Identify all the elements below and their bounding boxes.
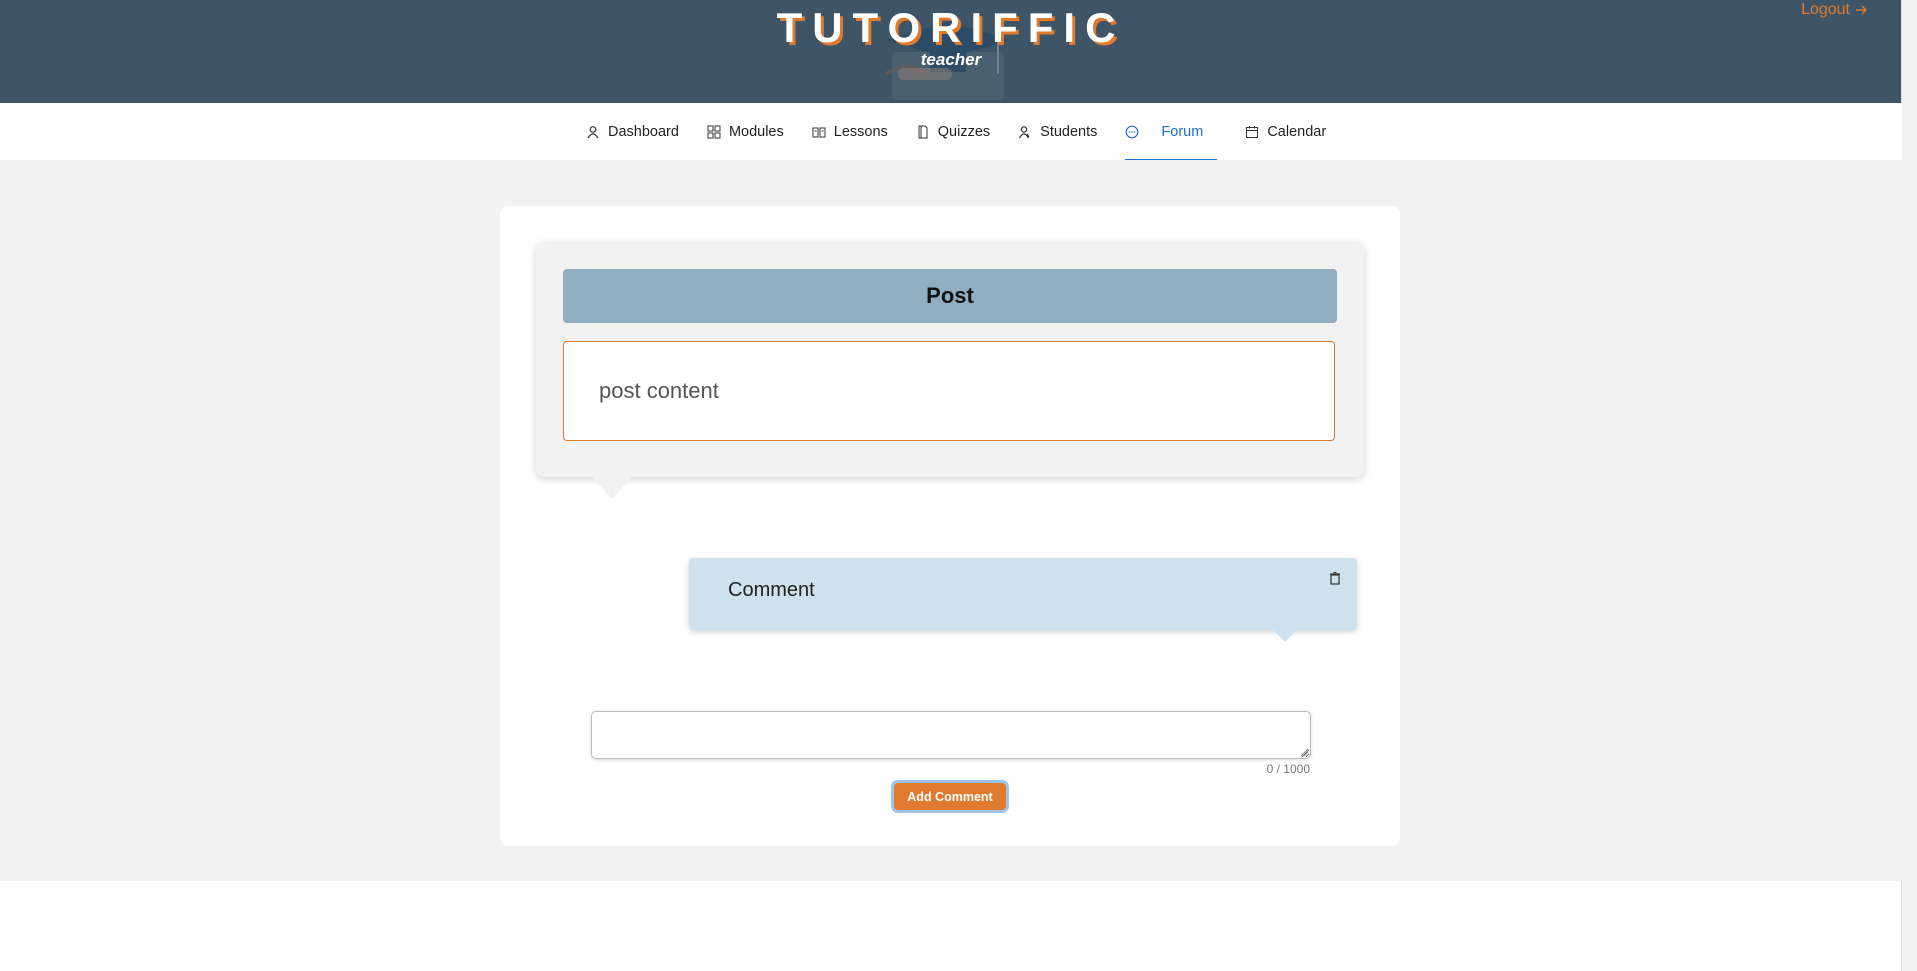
nav-item-students[interactable]: Students [1018, 103, 1097, 160]
nav-item-modules[interactable]: Modules [707, 103, 784, 160]
calendar-icon [1246, 125, 1259, 138]
trash-icon [1330, 571, 1340, 585]
post-content: post content [563, 341, 1335, 441]
comment-text: Comment [728, 578, 815, 601]
post-title: Post [563, 269, 1337, 323]
resize-handle-icon[interactable] [1299, 747, 1309, 757]
logout-link[interactable]: Logout [1801, 1, 1868, 19]
document-icon [918, 125, 928, 138]
role-subtitle: teacher [920, 50, 982, 69]
arrow-right-icon [1856, 5, 1867, 15]
logout-label: Logout [1801, 1, 1850, 18]
comment-bubble-tail [1273, 630, 1297, 642]
nav-item-quizzes[interactable]: Quizzes [916, 103, 990, 160]
nav-label: Lessons [833, 123, 888, 140]
nav-item-lessons[interactable]: Lessons [812, 103, 888, 160]
nav-label: Students [1040, 123, 1098, 140]
brand-title: TUTORIFFIC [776, 4, 1126, 51]
character-counter: 0 / 1000 [1266, 762, 1310, 776]
chat-bubble-icon [1126, 125, 1139, 138]
nav-label: Quizzes [937, 123, 991, 140]
nav-label: Dashboard [608, 123, 679, 140]
vertical-scrollbar[interactable] [1901, 0, 1917, 971]
add-comment-button[interactable]: Add Comment [894, 783, 1006, 810]
nav-label: Calendar [1267, 123, 1327, 140]
grid-icon [707, 125, 721, 138]
nav-item-calendar[interactable]: Calendar [1245, 103, 1326, 160]
comment-item: Comment [689, 558, 1357, 630]
main-nav: Dashboard Modules Lessons Quizzes Studen… [0, 103, 1902, 161]
delete-comment-button[interactable] [1323, 566, 1347, 590]
nav-item-forum[interactable]: Forum [1125, 103, 1218, 161]
book-open-icon [812, 127, 826, 137]
comment-textarea[interactable] [591, 711, 1311, 759]
post-bubble-tail [592, 477, 632, 499]
nav-item-dashboard[interactable]: Dashboard [586, 103, 679, 160]
nav-label: Modules [728, 123, 784, 140]
nav-label: Forum [1161, 123, 1204, 140]
user-icon [587, 125, 599, 138]
app-header: TUTORIFFIC teacher Logout [0, 0, 1902, 103]
students-icon [1019, 125, 1030, 138]
